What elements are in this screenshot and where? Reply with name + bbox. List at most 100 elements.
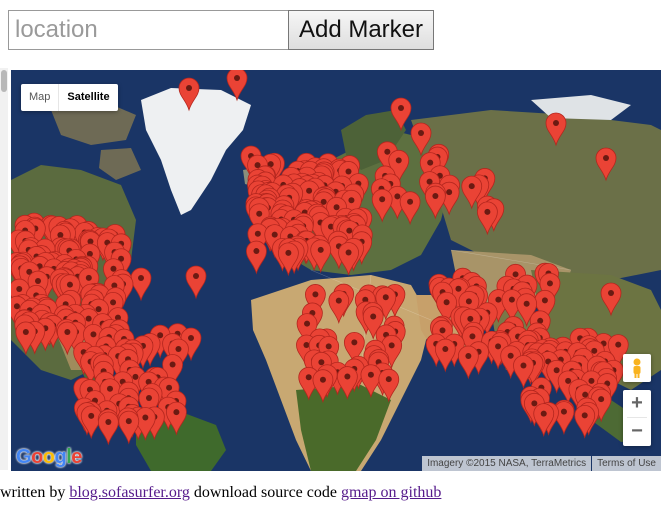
marker-center-dot: [394, 193, 401, 200]
map-type-control: Map Satellite: [21, 84, 118, 111]
marker-center-dot: [541, 297, 548, 304]
marker-center-dot: [64, 328, 71, 335]
marker-center-dot: [398, 105, 404, 111]
marker-center-dot: [169, 361, 176, 368]
marker-center-dot: [110, 265, 117, 272]
marker-center-dot: [271, 231, 278, 238]
marker-center-dot: [317, 246, 324, 253]
marker-center-dot: [432, 193, 439, 200]
marker-center-dot: [553, 367, 560, 374]
marker-center-dot: [469, 333, 476, 340]
marker-center-dot: [388, 342, 395, 349]
marker-center-dot: [455, 285, 462, 292]
marker-center-dot: [467, 315, 474, 322]
marker-center-dot: [193, 273, 199, 279]
marker-center-dot: [253, 248, 260, 255]
marker-center-dot: [540, 410, 547, 417]
map-type-satellite-button[interactable]: Satellite: [58, 84, 117, 111]
marker-center-dot: [303, 341, 310, 348]
marker-center-dot: [418, 130, 424, 136]
marker-center-dot: [443, 299, 450, 306]
marker-center-dot: [66, 281, 73, 288]
marker-center-dot: [370, 313, 377, 320]
marker-center-dot: [495, 296, 502, 303]
marker-center-dot: [345, 168, 352, 175]
marker-center-dot: [546, 280, 553, 287]
marker-center-dot: [508, 296, 515, 303]
marker-center-dot: [582, 391, 589, 398]
marker-center-dot: [138, 275, 144, 281]
location-input[interactable]: [8, 10, 288, 50]
marker-center-dot: [22, 328, 29, 335]
zoom-out-button[interactable]: −: [623, 418, 651, 445]
marker-center-dot: [512, 271, 519, 278]
marker-center-dot: [90, 331, 97, 338]
zoom-in-button[interactable]: +: [623, 390, 651, 417]
marker-center-dot: [132, 373, 139, 380]
marker-center-dot: [106, 385, 113, 392]
marker-center-dot: [523, 300, 530, 307]
map-view[interactable]: Map Satellite + − Google Imagery ©2015 N…: [11, 70, 661, 471]
marker-center-dot: [385, 376, 392, 383]
pegman-icon[interactable]: [623, 354, 651, 382]
marker-center-dot: [344, 373, 351, 380]
marker-center-dot: [312, 291, 319, 298]
marker-center-dot: [588, 377, 595, 384]
google-logo[interactable]: Google: [16, 446, 82, 469]
marker-center-dot: [348, 197, 355, 204]
map-type-map-button[interactable]: Map: [21, 84, 58, 111]
footer-text-written-by: written by: [0, 484, 66, 501]
marker-center-dot: [110, 299, 117, 306]
marker-center-dot: [305, 374, 312, 381]
marker-center-dot: [367, 371, 374, 378]
marker-center-dot: [560, 408, 567, 415]
marker-center-dot: [186, 85, 192, 91]
marker-center-dot: [145, 395, 152, 402]
scrollbar-thumb[interactable]: [1, 70, 7, 92]
satellite-basemap: [11, 70, 661, 471]
add-marker-button[interactable]: Add Marker: [288, 10, 434, 50]
search-bar: Add Marker: [8, 10, 434, 50]
marker-center-dot: [234, 75, 240, 81]
marker-center-dot: [395, 157, 402, 164]
marker-center-dot: [591, 347, 598, 354]
marker-center-dot: [254, 230, 261, 237]
blog-link[interactable]: blog.sofasurfer.org: [69, 484, 190, 501]
marker-center-dot: [465, 298, 472, 305]
marker-center-dot: [531, 400, 538, 407]
marker-center-dot: [495, 343, 502, 350]
marker-center-dot: [173, 409, 180, 416]
marker-center-dot: [85, 274, 92, 281]
marker-center-dot: [335, 297, 342, 304]
marker-center-dot: [319, 376, 326, 383]
marker-center-dot: [446, 189, 453, 196]
zoom-control: + −: [623, 390, 651, 446]
marker-center-dot: [105, 418, 112, 425]
marker-center-dot: [95, 306, 102, 313]
marker-center-dot: [608, 290, 614, 296]
page-scrollbar[interactable]: [0, 68, 8, 470]
terms-of-use-link[interactable]: Terms of Use: [592, 456, 661, 471]
marker-center-dot: [142, 414, 149, 421]
marker-center-dot: [468, 183, 475, 190]
footer-text-download: download source code: [193, 484, 337, 501]
marker-center-dot: [615, 341, 622, 348]
marker-center-dot: [520, 362, 527, 369]
map-attribution: Imagery ©2015 NASA, TerraMetrics Terms o…: [422, 456, 661, 471]
marker-center-dot: [125, 418, 132, 425]
marker-center-dot: [484, 208, 491, 215]
marker-center-dot: [407, 198, 414, 205]
marker-center-dot: [13, 303, 20, 310]
marker-center-dot: [85, 315, 92, 322]
marker-center-dot: [304, 320, 311, 327]
marker-center-dot: [318, 359, 325, 366]
marker-center-dot: [57, 231, 64, 238]
imagery-credit: Imagery ©2015 NASA, TerraMetrics: [422, 456, 592, 471]
marker-center-dot: [351, 339, 358, 346]
marker-center-dot: [507, 352, 514, 359]
marker-center-dot: [256, 210, 263, 217]
marker-center-dot: [427, 159, 434, 166]
marker-center-dot: [16, 286, 23, 293]
github-link[interactable]: gmap on github: [341, 484, 441, 501]
marker-center-dot: [598, 396, 605, 403]
